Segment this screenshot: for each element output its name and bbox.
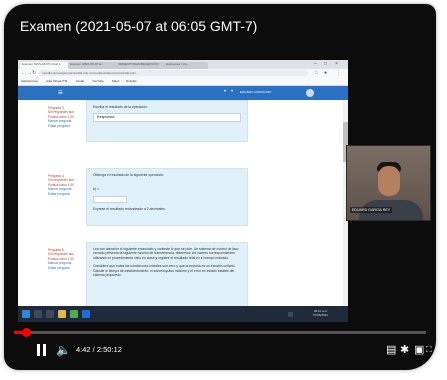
answer-input[interactable] [93, 195, 127, 203]
question-text: Escriba el resultado de la operación. [93, 105, 148, 109]
question-box: Obtenga el resultado de la siguiente ope… [86, 168, 248, 226]
question-info: Pregunta 4 Sin responder aún Puntúa como… [48, 174, 82, 196]
address-bar-row: ← → ↻ moodle.tecnologicomanzanillo.edu.m… [18, 69, 348, 78]
clock-date: 07/05/2021 [312, 313, 328, 317]
pause-icon-bar [43, 344, 46, 356]
search-icon[interactable] [34, 310, 42, 318]
moodle-navbar: ≡ • • EDUARD GARCÍA REY [18, 86, 348, 100]
seek-bar-handle[interactable] [21, 328, 31, 337]
webcam-overlay: EDUARD GARCÍA REY [347, 146, 430, 220]
browser-tab-strip: Examen MATLAB PC Final 1 Examen (2021-05… [18, 60, 348, 69]
answer-input[interactable]: Respuesta: [93, 113, 241, 123]
bookmarks-bar: Aplicaciones Aula Virtual ITM Gmail YouT… [18, 78, 348, 86]
question-box: Escriba el resultado de la operación. Re… [86, 100, 248, 142]
user-menu-label[interactable]: EDUARD GARCÍA REY [240, 90, 272, 94]
start-icon[interactable] [22, 310, 30, 318]
question-text: Lea con atención el siguiente enunciado … [93, 247, 239, 260]
miniplayer-icon[interactable]: ▣ [414, 344, 424, 356]
menu-dots-icon[interactable]: ⋮ [336, 70, 341, 76]
back-icon[interactable]: ← [21, 70, 26, 76]
pause-icon [37, 344, 40, 356]
question-info: Pregunta 5 Sin responder aún Puntúa como… [48, 248, 82, 270]
seek-bar[interactable] [14, 328, 426, 337]
bookmark-item[interactable]: Aplicaciones [21, 79, 38, 83]
question-text-continued: Considere que todas las condiciones inic… [93, 264, 236, 278]
word-icon[interactable] [82, 310, 90, 318]
taskbar-clock: 06:10 a.m. 07/05/2021 [313, 309, 328, 317]
fullscreen-icon[interactable]: ⛶ [426, 344, 432, 356]
question-note: Exprese el resultado redondeado a 2 deci… [93, 206, 166, 211]
bell-icon[interactable]: • [224, 89, 226, 95]
maximize-icon[interactable]: □ [324, 61, 327, 67]
answer-label: b) = [93, 187, 99, 192]
browser-tab[interactable]: Exámenes / cla... [164, 62, 208, 69]
chrome-icon[interactable] [70, 310, 78, 318]
time-display: 4:42 / 2:50:12 [76, 345, 122, 354]
url-input[interactable]: moodle.tecnologicomanzanillo.edu.mx/mod/… [38, 70, 308, 76]
quiz-content: Pregunta 3 Sin responder aún Puntúa como… [18, 100, 348, 306]
shared-screen: Examen MATLAB PC Final 1 Examen (2021-05… [18, 60, 348, 322]
bookmark-item[interactable]: Aula Virtual ITM [46, 79, 67, 83]
settings-icon[interactable]: ✱ [400, 344, 409, 356]
reload-icon[interactable]: ↻ [32, 70, 36, 76]
windows-taskbar: 06:10 a.m. 07/05/2021 [18, 306, 348, 322]
avatar[interactable] [306, 89, 314, 97]
video-title: Examen (2021-05-07 at 06:05 GMT-7) [20, 18, 258, 34]
star-icon[interactable]: ☆ [314, 70, 318, 76]
browser-tab[interactable]: Examen MATLAB PC Final 1 [20, 62, 70, 69]
browser-tab[interactable]: Examen (2021-05-07 at... [68, 62, 118, 69]
hamburger-icon[interactable]: ≡ [58, 88, 63, 98]
browser-tab[interactable]: ORDEN/TODAS/RECEPCIÓN [116, 62, 166, 69]
chat-icon[interactable]: • [231, 89, 233, 95]
edit-question-link[interactable]: Editar pregunta [48, 192, 82, 196]
participant-name: EDUARD GARCÍA REY [350, 207, 393, 213]
webcam-person-face [378, 166, 400, 196]
pause-button[interactable] [36, 344, 48, 356]
minimize-icon[interactable]: – [314, 61, 317, 67]
question-box: Lea con atención el siguiente enunciado … [86, 242, 248, 306]
task-view-icon[interactable] [46, 310, 54, 318]
question-text: Obtenga el resultado de la siguiente ope… [93, 173, 165, 177]
close-icon[interactable]: × [335, 61, 338, 67]
bookmark-item[interactable]: Noticias [126, 79, 137, 83]
edit-question-link[interactable]: Editar pregunta [48, 124, 82, 128]
question-info: Pregunta 3 Sin responder aún Puntúa como… [48, 106, 82, 128]
bookmark-item[interactable]: YouTube [92, 79, 104, 83]
bookmark-item[interactable]: Gmail [76, 79, 84, 83]
volume-icon[interactable]: 🔈 [56, 344, 71, 356]
subtitles-icon[interactable]: ▤ [386, 344, 396, 356]
extension-icon[interactable]: ● [324, 70, 327, 76]
edit-question-link[interactable]: Editar pregunta [48, 266, 82, 270]
bookmark-item[interactable]: Maps [112, 79, 119, 83]
file-explorer-icon[interactable] [58, 310, 66, 318]
tray-icon[interactable] [288, 312, 293, 317]
